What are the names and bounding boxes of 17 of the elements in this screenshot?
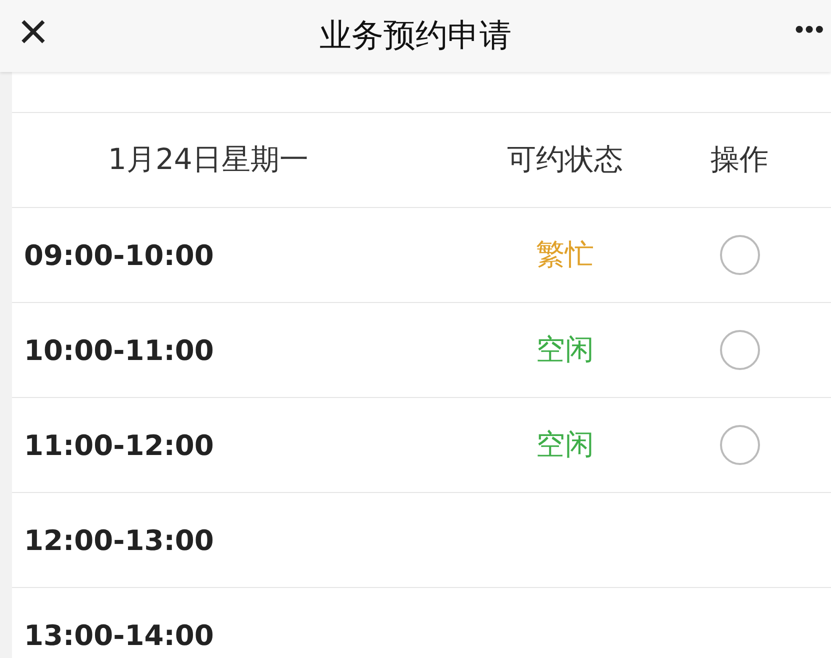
status-label: 繁忙 — [535, 236, 595, 273]
more-button[interactable]: ••• — [794, 14, 825, 45]
time-slot: 10:00-11:00 — [12, 334, 482, 366]
date-heading: 1月24日星期一 — [107, 141, 310, 178]
column-heading: 可约状态 — [506, 141, 624, 178]
column-heading: 操作 — [710, 141, 770, 178]
radio-button[interactable] — [720, 330, 760, 370]
time-slot: 13:00-14:00 — [12, 618, 482, 652]
time-slot: 09:00-10:00 — [12, 238, 482, 272]
status-label: 空闲 — [535, 426, 595, 463]
radio-button[interactable] — [720, 425, 760, 465]
time-slot: 12:00-13:00 — [12, 524, 482, 556]
status-label: 空闲 — [535, 331, 595, 368]
page-title: 业务预约申请 — [320, 15, 512, 56]
time-slot: 11:00-12:00 — [12, 428, 482, 462]
close-button[interactable]: × — [18, 2, 48, 62]
radio-button[interactable] — [720, 235, 760, 275]
